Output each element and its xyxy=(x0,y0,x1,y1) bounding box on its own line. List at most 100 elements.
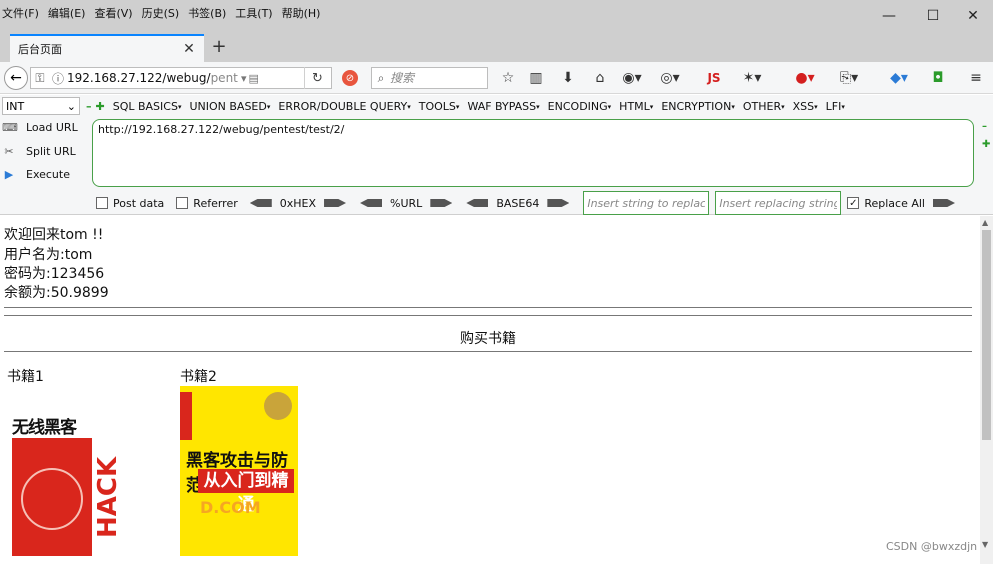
addon-tools-icon[interactable]: ✶▾ xyxy=(734,68,770,88)
chevron-down-icon: ⌄ xyxy=(66,99,76,113)
menu-lfi[interactable]: LFI▾ xyxy=(826,100,845,113)
increase-icon[interactable]: ✚ xyxy=(96,100,105,113)
referrer-label: Referrer xyxy=(193,196,238,210)
search-box[interactable]: ⌕ xyxy=(371,67,488,89)
replacing-string-input[interactable] xyxy=(715,191,842,215)
replace-arrow-icon[interactable] xyxy=(932,199,955,207)
hackbar-url-textarea[interactable] xyxy=(92,119,974,187)
menu-other[interactable]: OTHER▾ xyxy=(743,100,785,113)
password-text: 密码为:123456 xyxy=(4,266,105,282)
right-arrow-icon[interactable] xyxy=(430,199,453,207)
scroll-down-icon[interactable]: ▼ xyxy=(982,540,988,549)
menu-history[interactable]: 历史(S) xyxy=(142,5,180,21)
menu-bookmarks[interactable]: 书签(B) xyxy=(188,5,226,21)
scroll-up-icon[interactable]: ▲ xyxy=(982,218,988,227)
book1-cover-title: 无线黑客 xyxy=(12,418,77,438)
menu-view[interactable]: 查看(V) xyxy=(94,5,132,21)
menu-union-based[interactable]: UNION BASED▾ xyxy=(189,100,270,113)
menu-encoding[interactable]: ENCODING▾ xyxy=(548,100,612,113)
menu-html[interactable]: HTML▾ xyxy=(619,100,653,113)
vertical-scrollbar[interactable]: ▲ ▼ xyxy=(980,216,993,564)
download-icon[interactable]: ⬇ xyxy=(558,68,578,88)
hamburger-menu-icon[interactable]: ≡ xyxy=(964,68,988,88)
menu-waf-bypass[interactable]: WAF BYPASS▾ xyxy=(467,100,539,113)
base64-encoder[interactable]: BASE64 xyxy=(466,197,570,210)
info-icon[interactable]: ⓘ xyxy=(49,70,67,87)
left-arrow-icon[interactable] xyxy=(360,199,383,207)
addon-red-icon[interactable]: ●▾ xyxy=(790,68,820,88)
load-url-button[interactable]: ⌨ Load URL xyxy=(2,121,78,134)
menu-tools[interactable]: 工具(T) xyxy=(235,5,272,21)
tab-title: 后台页面 xyxy=(18,43,62,56)
execute-button[interactable]: ▶ Execute xyxy=(2,168,70,181)
menu-tools-hackbar[interactable]: TOOLS▾ xyxy=(419,100,460,113)
left-arrow-icon[interactable] xyxy=(249,199,272,207)
post-data-label: Post data xyxy=(113,196,165,210)
js-toggle-icon[interactable]: JS xyxy=(704,68,724,88)
menu-error-double-query[interactable]: ERROR/DOUBLE QUERY▾ xyxy=(278,100,410,113)
menu-xss[interactable]: XSS▾ xyxy=(793,100,818,113)
menu-file[interactable]: 文件(F) xyxy=(2,5,39,21)
book2-label: 书籍2 xyxy=(180,369,217,385)
tab-active[interactable]: 后台页面 ✕ xyxy=(10,34,204,62)
addon-shield-icon[interactable]: ◘ xyxy=(928,68,948,88)
execute-icon: ▶ xyxy=(4,168,14,181)
minimize-button[interactable]: — xyxy=(866,4,912,28)
search-input[interactable] xyxy=(390,71,478,85)
new-tab-button[interactable]: + xyxy=(208,36,230,57)
post-data-checkbox[interactable] xyxy=(96,197,108,209)
book2-cover-image[interactable]: 黑客攻击与防范 从入门到精通 D.COM xyxy=(180,386,298,556)
book2-cover-sub: D.COM xyxy=(200,498,261,517)
url-bar[interactable]: ⚿ ⓘ 192.168.27.122/webug/pent ▾ ▤ xyxy=(30,67,332,89)
page-content: 欢迎回来tom !! 用户名为:tom 密码为:123456 余额为:50.98… xyxy=(0,216,980,564)
key-icon[interactable]: ⚿ xyxy=(31,71,49,86)
book1-cover-hack: HACK xyxy=(93,438,125,556)
library-icon[interactable]: ▥ xyxy=(526,68,546,88)
hex-encoder[interactable]: 0xHEX xyxy=(249,197,347,210)
collapse-icon[interactable]: – xyxy=(982,121,987,132)
replace-all-label: Replace All xyxy=(864,196,925,210)
divider-bottom xyxy=(4,351,972,352)
search-icon: ⌕ xyxy=(377,70,385,85)
menu-sql-basics[interactable]: SQL BASICS▾ xyxy=(113,100,182,113)
addon-blue-icon[interactable]: ◆▾ xyxy=(884,68,914,88)
tab-close-icon[interactable]: ✕ xyxy=(180,41,198,57)
addon-palette-icon[interactable]: ◎▾ xyxy=(652,68,688,88)
expand-icon[interactable]: ✚ xyxy=(982,139,990,150)
home-icon[interactable]: ⌂ xyxy=(590,68,610,88)
back-button[interactable]: ← xyxy=(4,66,28,90)
browser-top-chrome: 文件(F) 编辑(E) 查看(V) 历史(S) 书签(B) 工具(T) 帮助(H… xyxy=(0,0,993,62)
url-text[interactable]: 192.168.27.122/webug/pent xyxy=(67,71,239,85)
replace-all-checkbox[interactable]: ✓ xyxy=(847,197,860,209)
right-arrow-icon[interactable] xyxy=(324,199,347,207)
bookmark-star-icon[interactable]: ☆ xyxy=(498,68,518,88)
reader-view-icon[interactable]: ▤ xyxy=(249,72,259,85)
menu-help[interactable]: 帮助(H) xyxy=(282,5,321,21)
insert-string-input[interactable] xyxy=(583,191,710,215)
type-select[interactable]: INT ⌄ xyxy=(2,97,80,115)
split-url-button[interactable]: ✂ Split URL xyxy=(2,145,75,158)
url-encoder[interactable]: %URL xyxy=(360,197,453,210)
scroll-thumb[interactable] xyxy=(982,230,991,440)
load-url-icon: ⌨ xyxy=(2,121,18,134)
back-arrow-icon: ← xyxy=(10,70,22,86)
close-window-button[interactable]: ✕ xyxy=(950,4,993,28)
menu-encryption[interactable]: ENCRYPTION▾ xyxy=(661,100,735,113)
referrer-checkbox[interactable] xyxy=(176,197,189,209)
split-url-icon: ✂ xyxy=(4,145,14,158)
menu-bar: 文件(F) 编辑(E) 查看(V) 历史(S) 书签(B) 工具(T) 帮助(H… xyxy=(0,4,329,22)
reload-button[interactable]: ↻ xyxy=(304,67,330,89)
reload-icon: ↻ xyxy=(312,70,323,86)
hackbar-options-row: Post data Referrer 0xHEX %URL BASE64 ✓ R… xyxy=(96,191,955,215)
right-arrow-icon[interactable] xyxy=(547,199,570,207)
menu-edit[interactable]: 编辑(E) xyxy=(48,5,86,21)
hackbar-toolbar: INT ⌄ – ✚ SQL BASICS▾ UNION BASED▾ ERROR… xyxy=(0,95,993,117)
url-dropdown-icon[interactable]: ▾ xyxy=(241,72,247,85)
left-arrow-icon[interactable] xyxy=(466,199,489,207)
decrease-icon[interactable]: – xyxy=(86,100,92,113)
wifi-ring-graphic xyxy=(21,468,83,530)
book1-cover-image[interactable]: 无线黑客 HACK xyxy=(7,386,125,556)
noscript-icon[interactable]: ⊘ xyxy=(342,70,358,86)
addon-globe-icon[interactable]: ◉▾ xyxy=(618,68,646,88)
addon-copy-icon[interactable]: ⎘▾ xyxy=(834,68,864,88)
